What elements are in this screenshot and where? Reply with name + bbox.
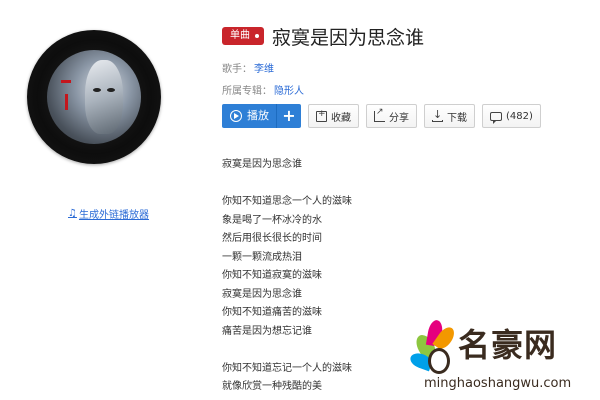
download-icon bbox=[432, 108, 443, 122]
album-disc bbox=[27, 30, 161, 164]
lyric-gap bbox=[222, 175, 592, 194]
share-label: 分享 bbox=[389, 112, 409, 124]
watermark-name: 名豪网 bbox=[458, 326, 558, 364]
singer-link[interactable]: 李维 bbox=[254, 60, 274, 75]
action-bar: 播放 + 收藏 分享 下载 (482) bbox=[222, 104, 592, 128]
play-label: 播放 bbox=[247, 109, 269, 122]
share-icon bbox=[374, 107, 385, 122]
lyric-line: 象是喝了一杯冰冷的水 bbox=[222, 214, 322, 226]
play-group: 播放 + bbox=[222, 104, 301, 128]
vinyl-record bbox=[27, 30, 161, 164]
site-watermark: 名豪网 minghaoshangwu.com bbox=[408, 314, 598, 398]
single-badge: 单曲 bbox=[222, 27, 264, 45]
album-row: 所属专辑： 隐形人 bbox=[222, 82, 592, 97]
album-label: 所属专辑： bbox=[222, 86, 272, 97]
favorite-label: 收藏 bbox=[331, 112, 351, 124]
download-button[interactable]: 下载 bbox=[424, 104, 475, 128]
lyric-line: 你知不知道思念一个人的滋味 bbox=[222, 196, 352, 207]
share-button[interactable]: 分享 bbox=[366, 104, 417, 128]
add-to-playlist-button[interactable]: + bbox=[277, 104, 301, 128]
play-icon bbox=[230, 110, 242, 122]
lyric-line: 寂寞是因为思念谁 bbox=[222, 288, 302, 300]
cover-mask-figure bbox=[85, 60, 123, 134]
singer-label: 歌手： bbox=[222, 64, 252, 75]
lyric-line: 然后用很长很长的时间 bbox=[222, 233, 322, 244]
music-note-icon: ♫ bbox=[68, 208, 77, 219]
comment-icon bbox=[490, 111, 502, 124]
singer-row: 歌手： 李维 bbox=[222, 60, 592, 75]
lyric-line: 寂寞是因为思念谁 bbox=[222, 159, 302, 170]
comments-button[interactable]: (482) bbox=[482, 104, 541, 128]
comment-count: (482) bbox=[506, 110, 533, 122]
title-row: 单曲 寂寞是因为思念谁 bbox=[222, 24, 592, 49]
watermark-url: minghaoshangwu.com bbox=[424, 376, 572, 391]
song-title: 寂寞是因为思念谁 bbox=[272, 26, 425, 49]
favorite-button[interactable]: 收藏 bbox=[308, 104, 359, 128]
favorite-icon bbox=[316, 109, 327, 122]
lyric-line: 一颗一颗流成热泪 bbox=[222, 251, 302, 263]
album-cover bbox=[47, 50, 141, 144]
lyric-line: 你知不知道寂寞的滋味 bbox=[222, 270, 322, 281]
play-button[interactable]: 播放 bbox=[222, 104, 277, 128]
external-player-label: 生成外链播放器 bbox=[78, 210, 149, 221]
external-player-link[interactable]: ♫ 生成外链播放器 bbox=[68, 206, 149, 221]
download-label: 下载 bbox=[447, 112, 467, 124]
album-link[interactable]: 隐形人 bbox=[274, 82, 304, 97]
